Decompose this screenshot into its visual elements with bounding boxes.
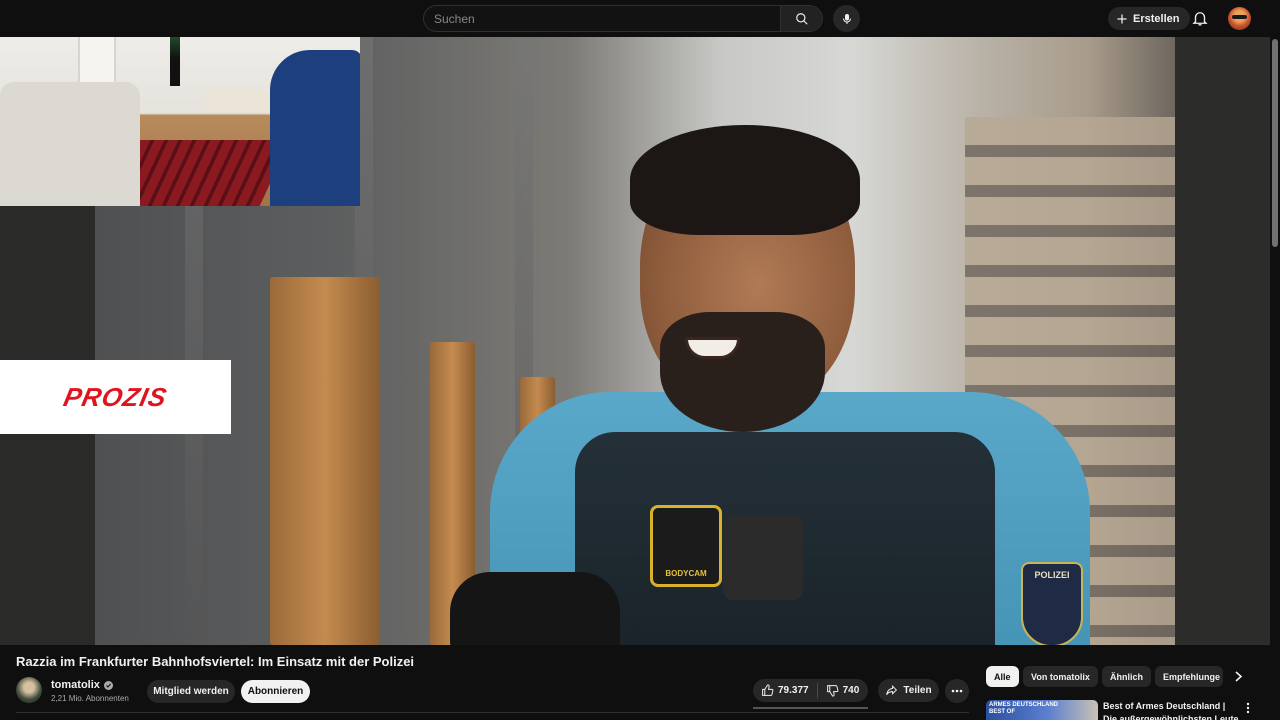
recommendation-menu-button[interactable]	[1243, 701, 1253, 715]
search-input[interactable]	[424, 6, 780, 31]
dislike-button[interactable]: 740	[818, 679, 860, 702]
webcam-flag	[170, 37, 180, 86]
more-icon	[951, 689, 963, 693]
radio-device	[723, 515, 803, 600]
video-player[interactable]: BODYCAM POLIZEI PROZIS	[0, 37, 1270, 645]
mic-icon	[842, 13, 851, 24]
share-button[interactable]: Teilen	[878, 679, 939, 702]
recommendation-thumbnail[interactable]: ARMES DEUTSCHLAND BEST OF	[986, 700, 1098, 720]
chips-next-button[interactable]	[1228, 666, 1249, 687]
subscribe-button[interactable]: Abonnieren	[241, 680, 310, 703]
webcam-gaming-chair	[270, 50, 360, 206]
streamer-webcam	[0, 37, 360, 206]
officer-glove	[450, 572, 620, 645]
sponsor-logo: PROZIS	[0, 360, 231, 434]
youtube-watch-page: Erstellen BODYCAM POLIZEI	[0, 0, 1280, 720]
sponsor-logo-text: PROZIS	[61, 381, 171, 412]
search-box	[423, 5, 823, 32]
bodycam: BODYCAM	[650, 505, 722, 587]
page-scrollbar[interactable]	[1270, 37, 1280, 720]
chevron-right-icon	[1235, 671, 1243, 682]
description-divider	[16, 712, 969, 713]
masthead: Erstellen	[0, 0, 1280, 37]
chip-related[interactable]: Ähnlich	[1102, 666, 1151, 687]
letterbox-right	[1175, 37, 1270, 645]
search-button[interactable]	[780, 6, 822, 31]
like-button[interactable]: 79.377	[753, 679, 809, 702]
like-count: 79.377	[778, 685, 809, 696]
create-button[interactable]: Erstellen	[1108, 7, 1191, 30]
channel-avatar[interactable]	[16, 677, 42, 703]
like-icon	[762, 684, 774, 696]
officer-hair	[630, 125, 860, 235]
account-avatar[interactable]	[1228, 7, 1251, 30]
wooden-beam	[270, 277, 380, 645]
share-icon	[886, 684, 898, 696]
channel-name-row[interactable]: tomatolix	[51, 679, 113, 691]
like-ratio-bar	[753, 707, 868, 709]
bell-icon[interactable]	[1191, 9, 1209, 27]
kebab-icon	[1246, 702, 1250, 714]
thumbnail-text: ARMES DEUTSCHLAND BEST OF	[989, 702, 1058, 716]
police-patch: POLIZEI	[1021, 562, 1083, 645]
scrollbar-thumb[interactable]	[1272, 39, 1278, 247]
thumbnail-text-line-2: BEST OF	[989, 709, 1016, 715]
channel-name[interactable]: tomatolix	[51, 679, 100, 691]
chip-recommended[interactable]: Empfehlunge	[1155, 666, 1223, 687]
create-label: Erstellen	[1133, 12, 1180, 25]
officer-beard	[660, 312, 825, 432]
search-icon	[795, 12, 808, 25]
subscriber-count: 2,21 Mio. Abonnenten	[51, 694, 129, 703]
plus-icon	[1117, 14, 1127, 23]
thumbnail-text-line-1: ARMES DEUTSCHLAND	[989, 702, 1058, 708]
join-button[interactable]: Mitglied werden	[147, 680, 235, 703]
share-label: Teilen	[903, 685, 932, 696]
more-actions-button[interactable]	[945, 679, 969, 703]
recommendation-title[interactable]: Best of Armes Deutschland | Die außergew…	[1103, 700, 1241, 720]
bodycam-label: BODYCAM	[665, 569, 707, 578]
dislike-icon	[826, 685, 838, 697]
voice-search-button[interactable]	[833, 5, 860, 32]
verified-icon	[103, 680, 113, 690]
like-dislike-group: 79.377 740	[753, 679, 868, 702]
chip-all[interactable]: Alle	[986, 666, 1019, 687]
chip-from-channel[interactable]: Von tomatolix	[1023, 666, 1098, 687]
police-patch-label: POLIZEI	[1034, 570, 1070, 580]
video-title: Razzia im Frankfurter Bahnhofsviertel: I…	[16, 654, 415, 669]
webcam-sofa	[0, 82, 140, 206]
dislike-count: 740	[842, 685, 860, 696]
webcam-bed	[206, 90, 272, 112]
